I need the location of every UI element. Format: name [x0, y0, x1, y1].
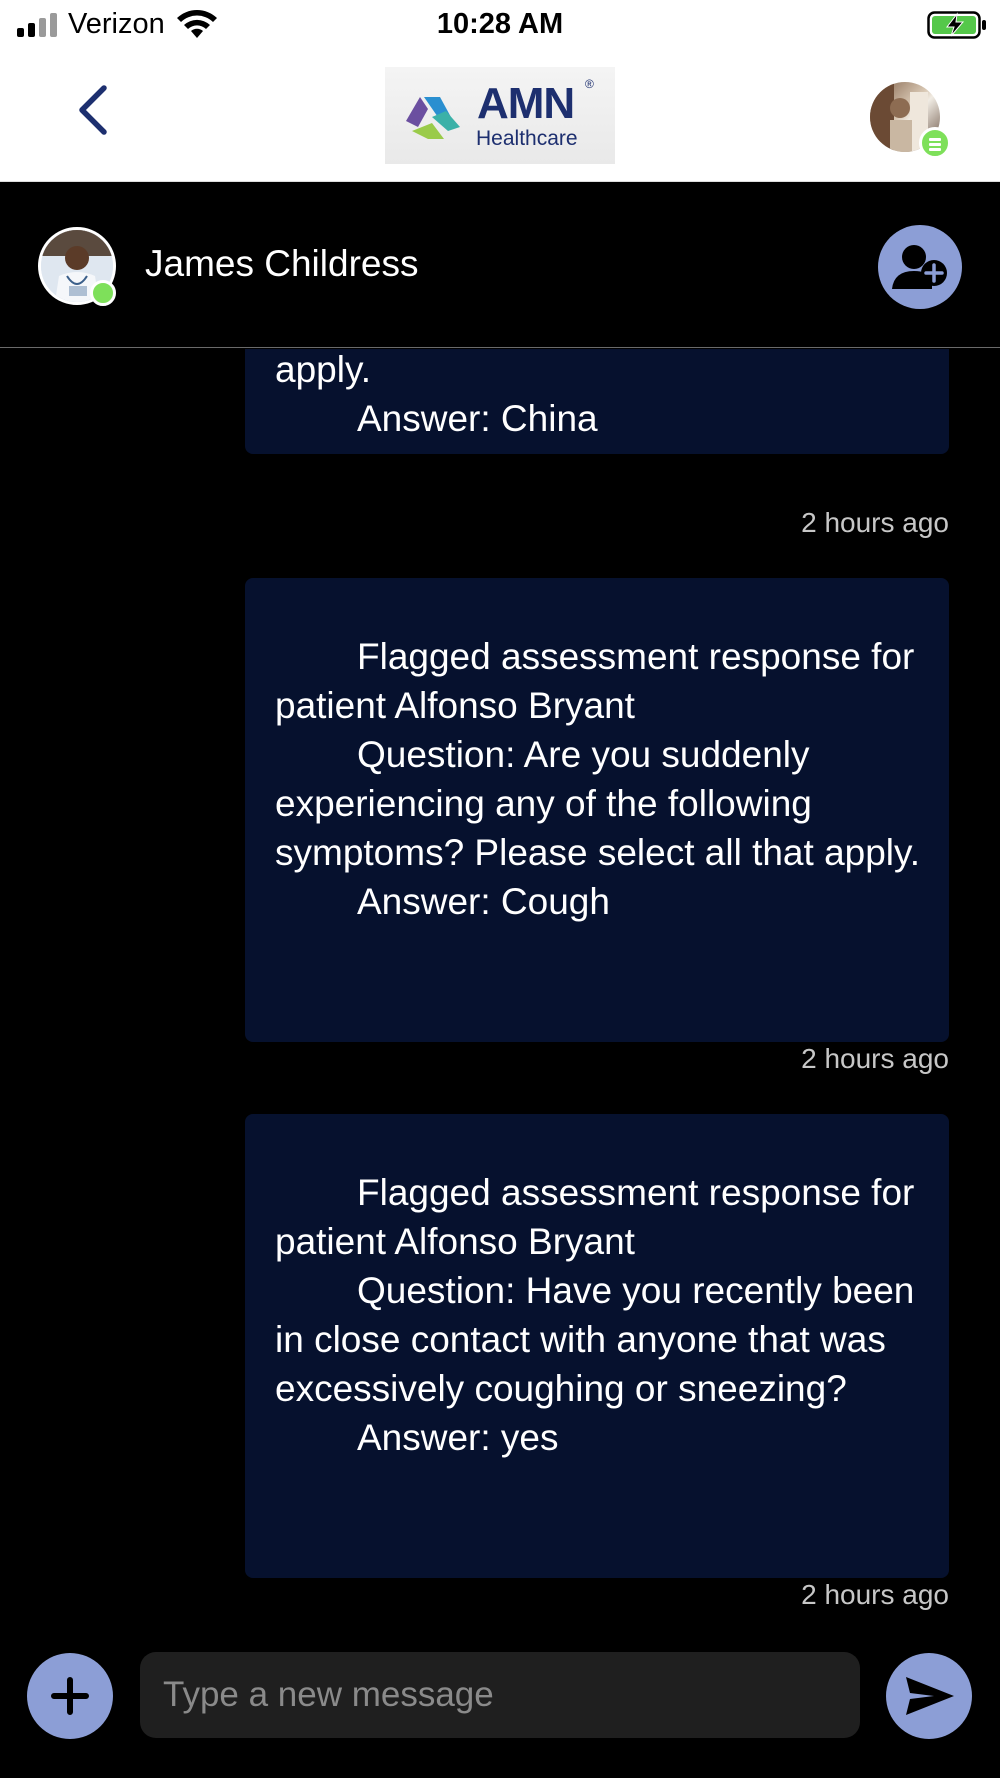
message-bubble: Flagged assessment response for patient … [245, 1114, 949, 1578]
attach-button[interactable] [27, 1653, 113, 1739]
plus-icon [51, 1677, 89, 1715]
status-bar: Verizon 10:28 AM [0, 0, 1000, 52]
message-timestamp: 2 hours ago [801, 507, 949, 538]
message-line: Question: Have you recently been in clos… [275, 1270, 915, 1409]
message-line: apply. [275, 349, 371, 390]
add-participant-button[interactable] [878, 225, 962, 309]
send-button[interactable] [886, 1653, 972, 1739]
contact-name: James Childress [145, 243, 419, 284]
message-timestamp: 2 hours ago [801, 1043, 949, 1074]
online-status-menu-icon[interactable] [919, 127, 951, 159]
online-status-icon [90, 280, 116, 306]
clock: 10:28 AM [436, 8, 564, 40]
message-timestamp: 2 hours ago [801, 1579, 949, 1610]
amn-healthcare-logo: AMN ® Healthcare [385, 67, 615, 164]
app-header: AMN ® Healthcare [0, 52, 1000, 182]
message-line: Answer: yes [357, 1417, 559, 1458]
message-line: Answer: China [357, 398, 598, 439]
logo-registered-mark: ® [585, 77, 594, 91]
logo-mark-icon [406, 97, 460, 139]
message-line: Question: Are you suddenly experiencing … [275, 734, 921, 873]
chat-header: James Childress [0, 183, 1000, 348]
message-composer [0, 1638, 1000, 1778]
message-bubble: apply. Answer: China [245, 349, 949, 454]
message-line: Flagged assessment response for patient … [275, 1172, 915, 1262]
message-bubble: Flagged assessment response for patient … [245, 578, 949, 1042]
logo-subtitle: Healthcare [476, 127, 578, 150]
chevron-left-icon[interactable] [70, 82, 120, 138]
message-list[interactable]: apply. Answer: China 2 hours ago Flagged… [0, 349, 1000, 1638]
send-icon [906, 1677, 954, 1715]
logo-name: AMN [477, 79, 575, 128]
message-line: Answer: Cough [357, 881, 610, 922]
add-person-icon [892, 245, 947, 289]
battery-charging-icon [927, 11, 986, 39]
message-input[interactable] [140, 1652, 860, 1738]
message-line: Flagged assessment response for patient … [275, 636, 915, 726]
